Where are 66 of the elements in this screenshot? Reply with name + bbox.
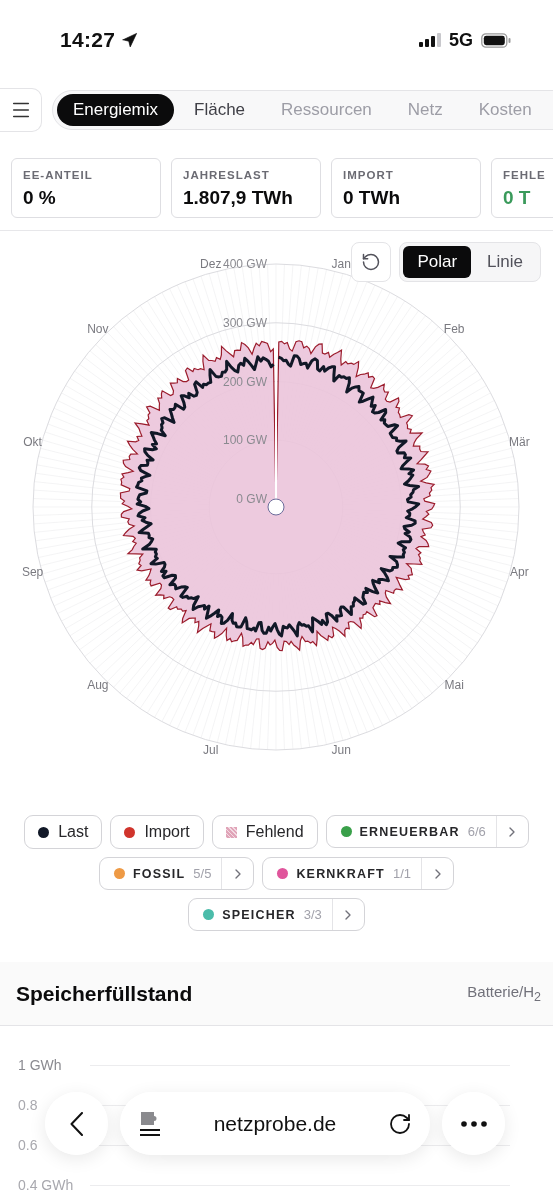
legend-group-toggle[interactable]: KERNKRAFT 1/1 <box>263 858 422 889</box>
reset-button[interactable] <box>351 242 392 282</box>
menu-button[interactable] <box>0 88 42 132</box>
group-count: 3/3 <box>303 907 322 922</box>
stat-value: 0 TWh <box>343 187 400 209</box>
month-label: Jun <box>331 743 351 758</box>
reload-icon <box>388 1111 412 1136</box>
location-arrow-icon <box>121 31 139 49</box>
more-icon <box>460 1120 487 1127</box>
legend-chip[interactable]: Import <box>110 815 204 849</box>
month-label: Dez <box>200 256 222 271</box>
month-label: Nov <box>87 321 109 336</box>
stat-label: FEHLE <box>503 169 546 181</box>
stat-value: 0 % <box>23 187 56 209</box>
axis-label: 0.4 GWh <box>18 1177 75 1193</box>
month-label: Okt <box>23 434 42 449</box>
status-time: 14:27 <box>60 28 116 52</box>
view-option[interactable]: Polar <box>403 246 472 278</box>
puzzle-page-icon <box>140 1110 162 1137</box>
section-subtitle: Batterie/H$_{2}$ <box>467 983 541 1004</box>
month-label: Jan <box>331 256 351 271</box>
network-type: 5G <box>449 29 473 51</box>
axis-label: 400 GW <box>223 257 267 271</box>
section-title: Speicherfüllstand <box>16 981 193 1006</box>
legend-group-toggle[interactable]: SPEICHER 3/3 <box>189 899 332 930</box>
battery-icon <box>481 32 511 48</box>
group-label: ERNEUERBAR <box>359 824 460 839</box>
axis-label: 300 GW <box>223 315 267 330</box>
axis-label: 0.8 <box>18 1097 39 1113</box>
axis-label: 0.6 <box>18 1137 39 1153</box>
stat-label: EE-ANTEIL <box>23 169 93 181</box>
group-label: KERNKRAFT <box>296 866 385 881</box>
group-count: 5/5 <box>193 866 212 881</box>
legend-chip[interactable]: Last <box>24 815 103 849</box>
month-label: Mai <box>444 678 464 693</box>
group-count: 6/6 <box>467 824 486 839</box>
address-bar[interactable]: netzprobe.de <box>120 1092 430 1155</box>
axis-label: 100 GW <box>223 433 267 448</box>
axis-label: 200 GW <box>223 374 267 389</box>
group-label: SPEICHER <box>222 907 296 922</box>
tab[interactable]: Energiemix <box>57 94 175 126</box>
stat-value: 1.807,9 TWh <box>183 187 293 209</box>
url-text: netzprobe.de <box>213 1111 337 1136</box>
chevron-left-icon <box>70 1111 83 1136</box>
legend-chip[interactable]: Fehlend <box>211 815 318 849</box>
axis-label: 1 GWh <box>18 1057 63 1073</box>
center-dot <box>267 498 285 516</box>
month-label: Feb <box>443 321 465 336</box>
stat-label: IMPORT <box>343 169 394 181</box>
group-label: FOSSIL <box>132 866 186 881</box>
stat-value: 0 T <box>503 187 531 209</box>
tab[interactable]: Fläche <box>178 94 262 126</box>
stat-label: JAHRESLAST <box>183 169 270 181</box>
month-label: Apr <box>510 565 529 580</box>
month-label: Aug <box>87 678 109 693</box>
month-label: Sep <box>21 565 44 580</box>
signal-icon <box>419 33 441 47</box>
reload-button[interactable] <box>388 1111 412 1136</box>
view-option[interactable]: Linie <box>473 246 537 278</box>
group-count: 1/1 <box>392 866 412 881</box>
legend-group-toggle[interactable]: FOSSIL 5/5 <box>99 858 222 889</box>
month-label: Mär <box>509 434 530 449</box>
month-label: Jul <box>203 743 219 758</box>
legend-group-toggle[interactable]: ERNEUERBAR 6/6 <box>326 816 496 847</box>
axis-label: 0 GW <box>236 492 267 506</box>
counterclockwise-arrow-icon <box>361 252 382 272</box>
